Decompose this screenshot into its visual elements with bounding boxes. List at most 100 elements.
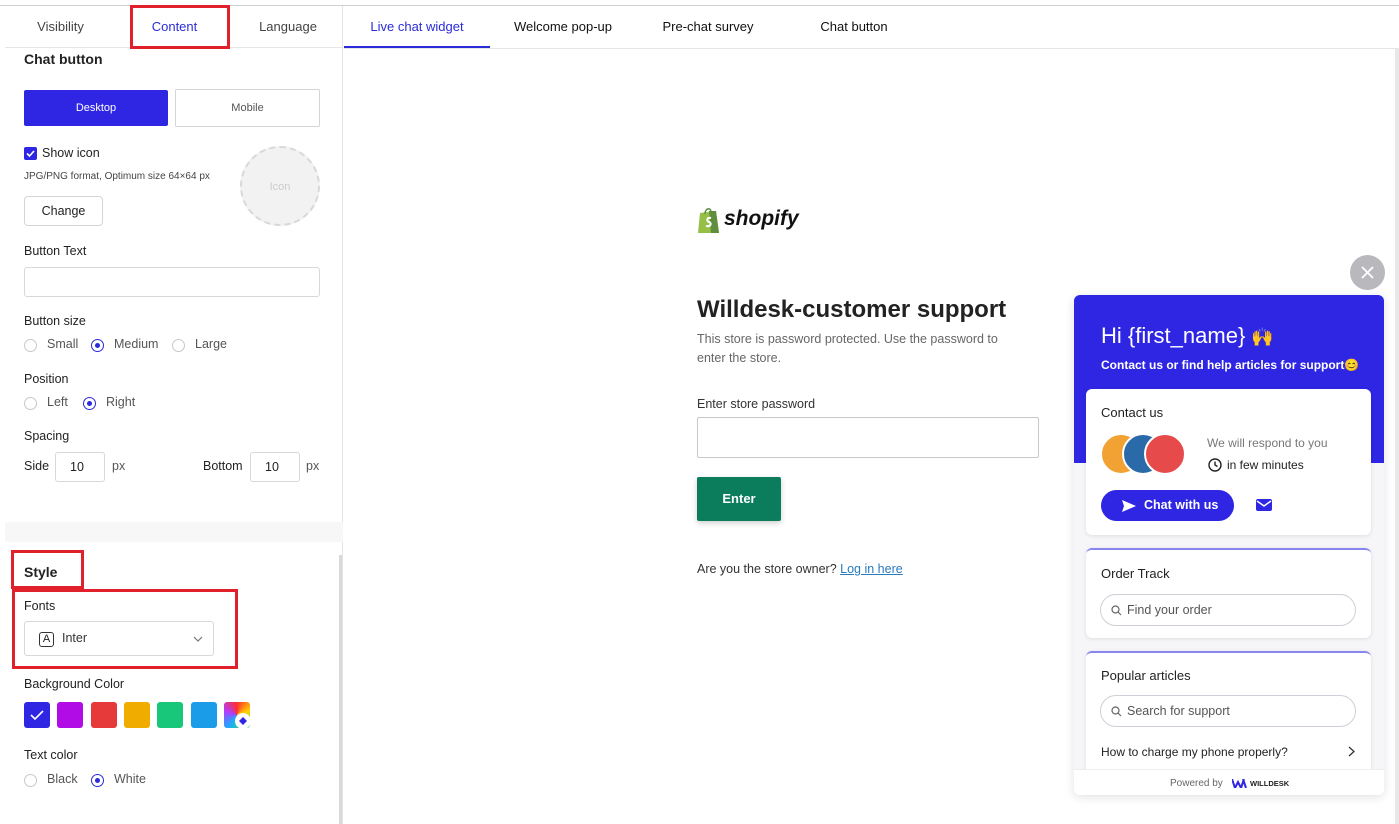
articles-search-input[interactable]: Search for support — [1100, 695, 1356, 727]
order-track-card: Order Track Find your order — [1086, 548, 1371, 638]
show-icon-label: Show icon — [42, 146, 100, 160]
position-left-radio[interactable] — [24, 397, 37, 410]
swatch-yellow[interactable] — [124, 702, 150, 728]
tab-welcome-popup[interactable]: Welcome pop-up — [504, 6, 622, 48]
swatch-blue[interactable] — [24, 702, 50, 728]
custom-color-picker[interactable] — [224, 702, 251, 729]
background-color-label: Background Color — [24, 677, 125, 691]
password-label: Enter store password — [697, 397, 816, 411]
check-icon — [26, 150, 35, 158]
search-icon — [1111, 706, 1122, 717]
subtitle-emoji: 😊 — [1344, 358, 1360, 372]
text-black-radio[interactable] — [24, 774, 37, 787]
size-large-radio[interactable] — [172, 339, 185, 352]
side-spacing-input[interactable]: 10 — [55, 452, 105, 482]
order-track-title: Order Track — [1101, 566, 1170, 581]
highlight-fonts — [12, 589, 238, 669]
chat-with-us-label: Chat with us — [1144, 498, 1219, 512]
store-heading: Willdesk-customer support — [697, 296, 1007, 323]
chat-button-title: Chat button — [24, 51, 103, 67]
store-desc-line1: This store is password protected. Use th… — [697, 332, 998, 346]
swatch-purple[interactable] — [57, 702, 83, 728]
live-chat-widget: Hi {first_name} 🙌 Contact us or find hel… — [1074, 295, 1384, 795]
size-medium-label: Medium — [114, 337, 159, 351]
size-medium-radio[interactable] — [91, 339, 104, 352]
button-text-input[interactable] — [24, 267, 320, 297]
articles-search-placeholder: Search for support — [1127, 704, 1230, 718]
search-icon — [1111, 605, 1122, 616]
highlight-content-tab — [130, 5, 230, 49]
text-color-label: Text color — [24, 748, 78, 762]
swatch-red[interactable] — [91, 702, 117, 728]
swatch-green[interactable] — [157, 702, 183, 728]
send-icon — [1122, 500, 1136, 512]
store-desc-line2: enter the store. — [697, 351, 782, 365]
side-label: Side — [24, 459, 50, 473]
tab-live-chat-widget[interactable]: Live chat widget — [344, 6, 490, 48]
window-edge — [1395, 49, 1399, 824]
bottom-spacing-input[interactable]: 10 — [250, 452, 300, 482]
size-small-label: Small — [47, 337, 79, 351]
spacing-label: Spacing — [24, 429, 70, 443]
email-icon[interactable] — [1255, 498, 1273, 512]
button-size-label: Button size — [24, 314, 86, 328]
tab-pre-chat-survey[interactable]: Pre-chat survey — [651, 6, 765, 48]
desktop-button[interactable]: Desktop — [24, 90, 168, 126]
owner-prompt: Are you the store owner? Log in here — [697, 562, 903, 576]
willdesk-logo-icon — [1232, 779, 1247, 788]
shopify-logo: shopify — [697, 205, 817, 237]
tab-language[interactable]: Language — [243, 6, 333, 48]
avatar — [1144, 433, 1186, 475]
greeting-text: Hi {first_name} — [1101, 323, 1246, 348]
contact-title: Contact us — [1101, 405, 1164, 420]
check-icon — [30, 710, 44, 721]
tab-visibility[interactable]: Visibility — [13, 6, 108, 48]
position-left-label: Left — [47, 395, 68, 409]
tab-chat-button[interactable]: Chat button — [804, 6, 904, 48]
article-item[interactable]: How to charge my phone properly? — [1101, 743, 1357, 761]
size-large-label: Large — [195, 337, 227, 351]
password-input[interactable] — [697, 417, 1039, 458]
position-label: Position — [24, 372, 69, 386]
section-divider — [5, 522, 343, 542]
widget-footer: Powered by WILLDESK — [1074, 769, 1384, 795]
enter-button[interactable]: Enter — [697, 477, 781, 521]
side-px-label: px — [112, 459, 126, 473]
text-black-label: Black — [47, 772, 78, 786]
respond-line1: We will respond to you — [1207, 436, 1328, 450]
bottom-label: Bottom — [203, 459, 243, 473]
text-white-radio[interactable] — [91, 774, 104, 787]
preview-tabs: Live chat widget Welcome pop-up Pre-chat… — [344, 6, 1399, 49]
widget-greeting: Hi {first_name} 🙌 — [1101, 323, 1274, 349]
popular-articles-title: Popular articles — [1101, 668, 1191, 683]
panel-scrollbar[interactable] — [339, 555, 342, 824]
close-icon — [1361, 266, 1374, 279]
respond-line2: in few minutes — [1227, 458, 1304, 472]
contact-card: Contact us We will respond to you in few… — [1086, 389, 1371, 535]
bottom-px-label: px — [306, 459, 320, 473]
position-right-radio[interactable] — [83, 397, 96, 410]
order-search-placeholder: Find your order — [1127, 603, 1212, 617]
shopify-wordmark: shopify — [724, 207, 799, 230]
chat-with-us-button[interactable]: Chat with us — [1101, 490, 1234, 521]
paint-bucket-icon — [235, 713, 251, 729]
chevron-right-icon — [1348, 746, 1355, 757]
order-search-input[interactable]: Find your order — [1100, 594, 1356, 626]
mobile-button[interactable]: Mobile — [175, 89, 320, 127]
show-icon-checkbox[interactable] — [24, 147, 37, 160]
widget-subtitle: Contact us or find help articles for sup… — [1101, 358, 1359, 372]
position-right-label: Right — [106, 395, 136, 409]
swatch-sky[interactable] — [191, 702, 217, 728]
widget-close-button[interactable] — [1350, 255, 1385, 290]
change-icon-button[interactable]: Change — [24, 196, 103, 226]
size-small-radio[interactable] — [24, 339, 37, 352]
format-note: JPG/PNG format, Optimum size 64×64 px — [24, 171, 210, 182]
login-link[interactable]: Log in here — [840, 562, 903, 576]
greeting-emoji: 🙌 — [1251, 327, 1274, 347]
agent-avatars — [1100, 433, 1190, 477]
clock-icon — [1208, 458, 1222, 472]
icon-upload-preview[interactable]: Icon — [240, 146, 320, 226]
owner-text: Are you the store owner? — [697, 562, 837, 576]
article-item-label: How to charge my phone properly? — [1101, 745, 1288, 759]
popular-articles-card: Popular articles Search for support How … — [1086, 651, 1371, 783]
